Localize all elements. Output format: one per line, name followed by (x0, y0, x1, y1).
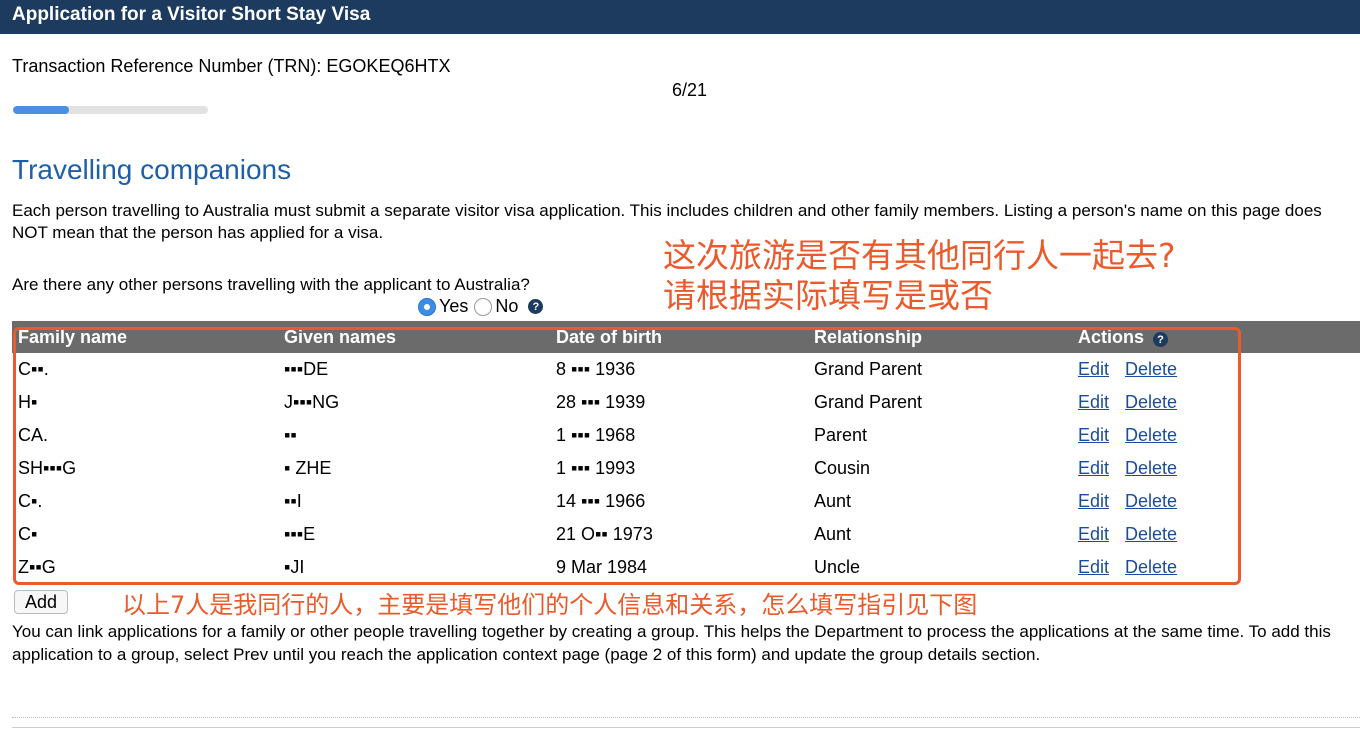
cell-actions: Edit Delete (1072, 551, 1360, 584)
table-row: C▪▪. ▪▪▪DE 8 ▪▪▪ 1936 Grand Parent Edit Delet… (12, 353, 1360, 386)
annotation-line-2: 请根据实际填写是或否 (663, 276, 993, 315)
cell-relationship: Aunt (814, 491, 852, 511)
annotation-line-1: 这次旅游是否有其他同行人一起去? (663, 236, 1176, 275)
cell-given-names: J▪▪▪NG (284, 392, 340, 412)
cell-family-name: C▪▪. (18, 359, 49, 379)
companions-table: Family name Given names Date of birth Re… (12, 321, 1360, 584)
header-date-of-birth: Date of birth (550, 321, 808, 353)
delete-link[interactable]: Delete (1125, 491, 1177, 511)
actions-help-icon[interactable]: ? (1153, 332, 1169, 347)
divider (12, 717, 1360, 718)
cell-given-names: ▪JI (284, 557, 305, 577)
cell-actions: Edit Delete (1072, 452, 1360, 485)
cell-family-name: CA. (18, 425, 49, 445)
edit-link[interactable]: Edit (1078, 557, 1109, 577)
cell-family-name: C▪ (18, 524, 38, 544)
table-header-row: Family name Given names Date of birth Re… (12, 321, 1360, 353)
cell-date-of-birth: 1 ▪▪▪ 1968 (556, 425, 636, 445)
edit-link[interactable]: Edit (1078, 425, 1109, 445)
cell-relationship: Uncle (814, 557, 861, 577)
cell-family-name: C▪. (18, 491, 43, 511)
cell-given-names: ▪ ZHE (284, 458, 332, 478)
cell-family-name: H▪ (18, 392, 38, 412)
cell-relationship: Grand Parent (814, 359, 923, 379)
cell-actions: Edit Delete (1072, 518, 1360, 551)
annotation-question: 这次旅游是否有其他同行人一起去? 请根据实际填写是或否 (663, 236, 1176, 316)
cell-date-of-birth: 1 ▪▪▪ 1993 (556, 458, 636, 478)
cell-date-of-birth: 21 O▪▪ 1973 (556, 524, 653, 544)
no-radio-label[interactable]: No (495, 296, 518, 317)
header-family-name: Family name (12, 321, 278, 353)
table-row: C▪. ▪▪I 14 ▪▪▪ 1966 Aunt Edit Delete (12, 485, 1360, 518)
cell-date-of-birth: 14 ▪▪▪ 1966 (556, 491, 646, 511)
table-row: CA. ▪▪ 1 ▪▪▪ 1968 Parent Edit Delete (12, 419, 1360, 452)
companions-question: Are there any other persons travelling w… (12, 275, 530, 294)
cell-given-names: ▪▪▪DE (284, 359, 329, 379)
edit-link[interactable]: Edit (1078, 491, 1109, 511)
header-actions: Actions ? (1072, 321, 1360, 353)
trn-label: Transaction Reference Number (TRN): EGOK… (12, 56, 451, 76)
cell-actions: Edit Delete (1072, 353, 1360, 386)
cell-given-names: ▪▪▪E (284, 524, 316, 544)
page-title: Travelling companions (12, 154, 292, 185)
cell-given-names: ▪▪I (284, 491, 302, 511)
cell-relationship: Cousin (814, 458, 871, 478)
progress-bar (13, 106, 208, 114)
group-note-text: You can link applications for a family o… (12, 622, 1331, 664)
delete-link[interactable]: Delete (1125, 557, 1177, 577)
cell-date-of-birth: 9 Mar 1984 (556, 557, 648, 577)
cell-actions: Edit Delete (1072, 419, 1360, 452)
cell-date-of-birth: 8 ▪▪▪ 1936 (556, 359, 636, 379)
cell-actions: Edit Delete (1072, 485, 1360, 518)
yes-radio[interactable] (418, 297, 436, 316)
companions-radio-group: Yes No ? (418, 296, 544, 317)
cell-relationship: Aunt (814, 524, 852, 544)
divider (12, 727, 1360, 728)
table-row: SH▪▪▪G ▪ ZHE 1 ▪▪▪ 1993 Cousin Edit Delete (12, 452, 1360, 485)
edit-link[interactable]: Edit (1078, 359, 1109, 379)
cell-family-name: Z▪▪G (18, 557, 56, 577)
cell-relationship: Parent (814, 425, 868, 445)
header-actions-label: Actions (1078, 326, 1145, 347)
cell-relationship: Grand Parent (814, 392, 923, 412)
delete-link[interactable]: Delete (1125, 524, 1177, 544)
table-row: Z▪▪G ▪JI 9 Mar 1984 Uncle Edit Delete (12, 551, 1360, 584)
delete-link[interactable]: Delete (1125, 458, 1177, 478)
no-radio[interactable] (474, 297, 493, 316)
step-indicator: 6/21 (672, 80, 708, 100)
delete-link[interactable]: Delete (1125, 392, 1177, 412)
header-given-names: Given names (278, 321, 550, 353)
annotation-table-note: 以上7人是我同行的人，主要是填写他们的个人信息和关系，怎么填写指引见下图 (122, 591, 978, 619)
yes-radio-label[interactable]: Yes (439, 296, 468, 317)
edit-link[interactable]: Edit (1078, 392, 1109, 412)
table-row: C▪ ▪▪▪E 21 O▪▪ 1973 Aunt Edit Delete (12, 518, 1360, 551)
cell-family-name: SH▪▪▪G (18, 458, 77, 478)
header-relationship: Relationship (808, 321, 1072, 353)
edit-link[interactable]: Edit (1078, 524, 1109, 544)
cell-given-names: ▪▪ (284, 425, 297, 445)
cell-date-of-birth: 28 ▪▪▪ 1939 (556, 392, 646, 412)
question-help-icon[interactable]: ? (528, 299, 544, 314)
progress-fill (13, 106, 69, 114)
delete-link[interactable]: Delete (1125, 425, 1177, 445)
table-row: H▪ J▪▪▪NG 28 ▪▪▪ 1939 Grand Parent Edit Delet… (12, 386, 1360, 419)
cell-actions: Edit Delete (1072, 386, 1360, 419)
add-companion-button[interactable]: Add (14, 590, 69, 614)
window-title: Application for a Visitor Short Stay Vis… (0, 0, 1360, 34)
edit-link[interactable]: Edit (1078, 458, 1109, 478)
delete-link[interactable]: Delete (1125, 359, 1177, 379)
